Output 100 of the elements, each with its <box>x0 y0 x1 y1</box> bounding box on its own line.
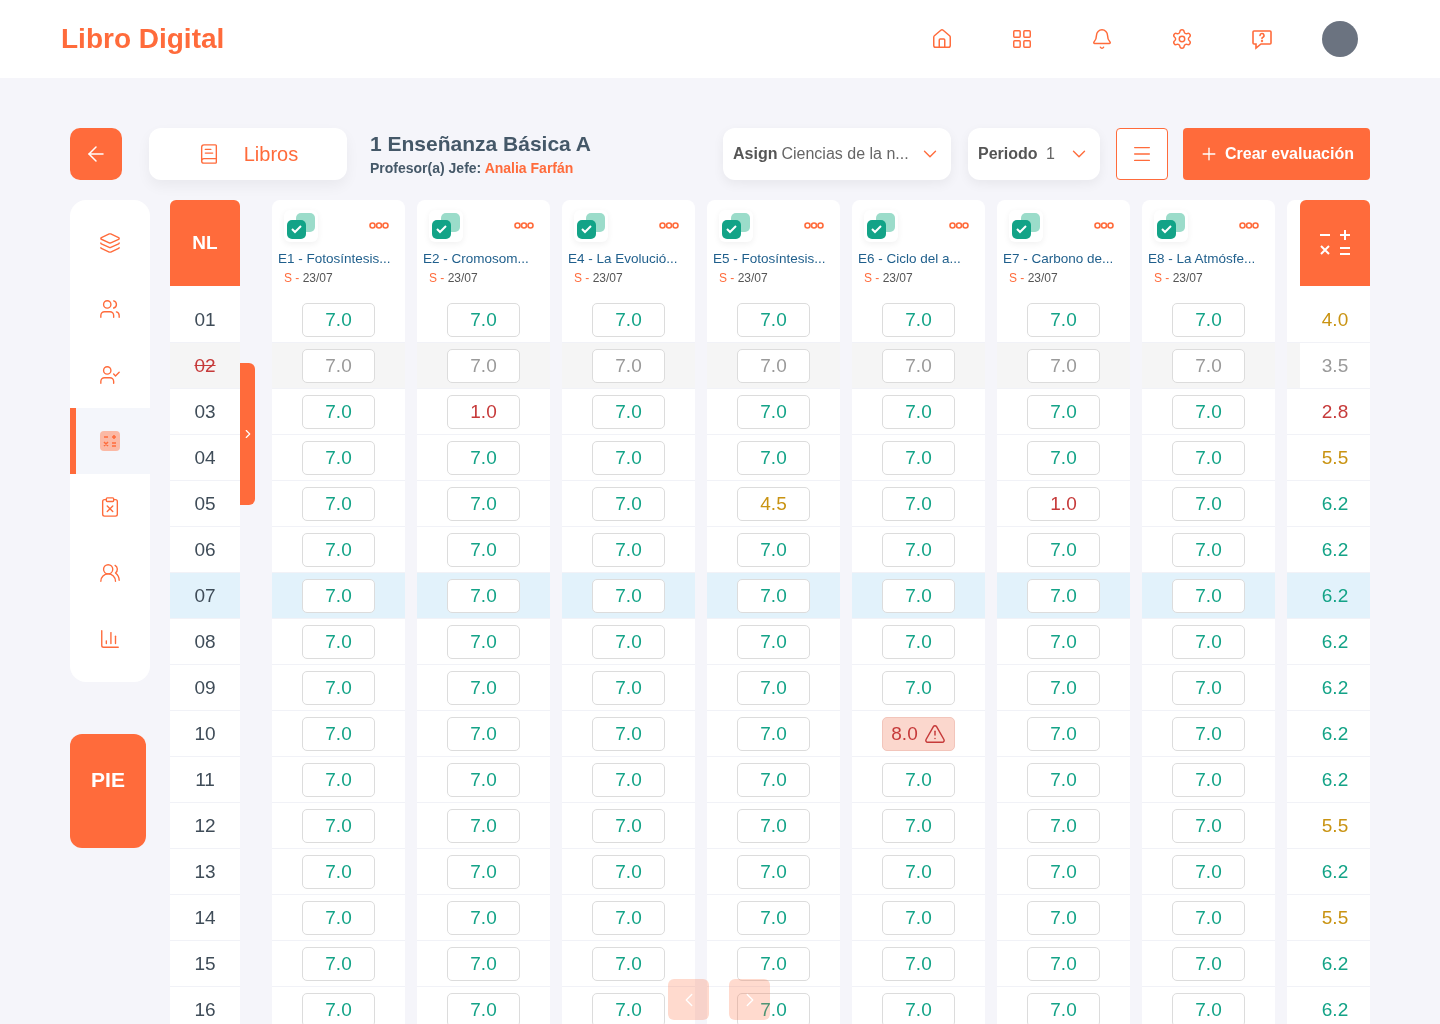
student-row[interactable]: 10 <box>170 711 240 757</box>
grade-field[interactable]: 7.0 <box>1172 854 1245 889</box>
grade-field[interactable]: 7.0 <box>737 854 810 889</box>
grade-field[interactable]: 7.0 <box>592 624 665 659</box>
evaluation-checkbox[interactable] <box>864 210 898 242</box>
student-row[interactable]: 12 <box>170 803 240 849</box>
grade-field[interactable]: 7.0 <box>447 946 520 981</box>
grade-field[interactable]: 7.0 <box>592 992 665 1024</box>
sidebar-item[interactable] <box>70 408 150 474</box>
grade-field[interactable]: 7.0 <box>302 670 375 705</box>
grade-field[interactable]: 7.0 <box>592 762 665 797</box>
books-button[interactable]: Libros <box>149 128 347 180</box>
grade-field[interactable]: 7.0 <box>447 808 520 843</box>
grade-field[interactable]: 8.0 <box>882 716 955 751</box>
grade-field[interactable]: 7.0 <box>1172 440 1245 475</box>
grade-field[interactable]: 7.0 <box>1027 946 1100 981</box>
grade-field[interactable]: 7.0 <box>737 302 810 337</box>
more-button[interactable] <box>659 222 679 229</box>
grade-field[interactable]: 7.0 <box>737 900 810 935</box>
grade-field[interactable]: 7.0 <box>302 348 375 383</box>
grade-field[interactable]: 7.0 <box>1027 992 1100 1024</box>
more-button[interactable] <box>369 222 389 229</box>
grade-field[interactable]: 7.0 <box>1172 992 1245 1024</box>
grade-field[interactable]: 7.0 <box>592 808 665 843</box>
grade-field[interactable]: 7.0 <box>302 946 375 981</box>
evaluation-checkbox[interactable] <box>429 210 463 242</box>
grade-field[interactable]: 7.0 <box>302 992 375 1024</box>
grade-field[interactable]: 7.0 <box>592 716 665 751</box>
student-row[interactable]: 07 <box>170 573 240 619</box>
grade-field[interactable]: 1.0 <box>1027 486 1100 521</box>
create-evaluation-button[interactable]: Crear evaluación <box>1183 128 1370 180</box>
grade-field[interactable]: 7.0 <box>882 486 955 521</box>
grade-field[interactable]: 7.0 <box>447 532 520 567</box>
grade-field[interactable]: 7.0 <box>1027 348 1100 383</box>
grade-field[interactable]: 7.0 <box>447 624 520 659</box>
grade-field[interactable]: 7.0 <box>447 578 520 613</box>
grade-field[interactable]: 7.0 <box>447 670 520 705</box>
grade-field[interactable]: 7.0 <box>737 670 810 705</box>
grade-field[interactable]: 7.0 <box>882 440 955 475</box>
grade-field[interactable]: 7.0 <box>1172 762 1245 797</box>
grade-field[interactable]: 7.0 <box>737 348 810 383</box>
grade-field[interactable]: 7.0 <box>302 532 375 567</box>
grade-field[interactable]: 7.0 <box>1027 670 1100 705</box>
more-button[interactable] <box>514 222 534 229</box>
grade-field[interactable]: 7.0 <box>592 900 665 935</box>
grade-field[interactable]: 7.0 <box>302 762 375 797</box>
evaluation-checkbox[interactable] <box>574 210 608 242</box>
home-icon[interactable] <box>931 28 953 50</box>
grade-field[interactable]: 7.0 <box>882 532 955 567</box>
grade-field[interactable]: 7.0 <box>737 808 810 843</box>
grade-field[interactable]: 7.0 <box>737 624 810 659</box>
student-row[interactable]: 16 <box>170 987 240 1024</box>
more-button[interactable] <box>949 222 969 229</box>
more-button[interactable] <box>1094 222 1114 229</box>
grade-field[interactable]: 7.0 <box>1027 716 1100 751</box>
grade-field[interactable]: 7.0 <box>1172 348 1245 383</box>
notifications-icon[interactable] <box>1091 28 1113 50</box>
grade-field[interactable]: 7.0 <box>447 762 520 797</box>
grid-icon[interactable] <box>1011 28 1033 50</box>
grade-field[interactable]: 7.0 <box>302 624 375 659</box>
grade-field[interactable]: 7.0 <box>1172 670 1245 705</box>
grade-field[interactable]: 7.0 <box>302 440 375 475</box>
grade-field[interactable]: 7.0 <box>882 992 955 1024</box>
grade-field[interactable]: 7.0 <box>1172 716 1245 751</box>
grade-field[interactable]: 7.0 <box>447 302 520 337</box>
grade-field[interactable]: 7.0 <box>302 716 375 751</box>
more-button[interactable] <box>1239 222 1259 229</box>
help-chat-icon[interactable] <box>1250 27 1274 51</box>
grade-field[interactable]: 7.0 <box>592 578 665 613</box>
grade-field[interactable]: 7.0 <box>737 716 810 751</box>
grade-field[interactable]: 7.0 <box>737 394 810 429</box>
grade-field[interactable]: 7.0 <box>1027 532 1100 567</box>
grade-field[interactable]: 7.0 <box>592 440 665 475</box>
grade-field[interactable]: 7.0 <box>592 854 665 889</box>
grade-field[interactable]: 7.0 <box>1172 946 1245 981</box>
grade-field[interactable]: 7.0 <box>1027 394 1100 429</box>
evaluation-checkbox[interactable] <box>1154 210 1188 242</box>
grade-field[interactable]: 7.0 <box>1027 808 1100 843</box>
student-row[interactable]: 11 <box>170 757 240 803</box>
grade-field[interactable]: 7.0 <box>737 992 810 1024</box>
grade-field[interactable]: 7.0 <box>1027 854 1100 889</box>
grade-field[interactable]: 7.0 <box>592 394 665 429</box>
grade-field[interactable]: 7.0 <box>447 854 520 889</box>
grade-field[interactable]: 7.0 <box>882 624 955 659</box>
grade-field[interactable]: 7.0 <box>882 762 955 797</box>
more-button[interactable] <box>804 222 824 229</box>
grade-field[interactable]: 7.0 <box>1172 624 1245 659</box>
grade-field[interactable]: 7.0 <box>1172 900 1245 935</box>
grade-field[interactable]: 7.0 <box>882 670 955 705</box>
grade-field[interactable]: 7.0 <box>737 578 810 613</box>
menu-button[interactable] <box>1116 128 1168 180</box>
grade-field[interactable]: 7.0 <box>592 532 665 567</box>
grade-field[interactable]: 7.0 <box>592 302 665 337</box>
grade-field[interactable]: 7.0 <box>1172 302 1245 337</box>
grade-field[interactable]: 7.0 <box>882 900 955 935</box>
grade-field[interactable]: 7.0 <box>1172 808 1245 843</box>
grade-field[interactable]: 7.0 <box>447 716 520 751</box>
subject-dropdown[interactable]: Asign Ciencias de la n... <box>723 128 951 180</box>
grade-field[interactable]: 7.0 <box>302 854 375 889</box>
grade-field[interactable]: 7.0 <box>1172 394 1245 429</box>
